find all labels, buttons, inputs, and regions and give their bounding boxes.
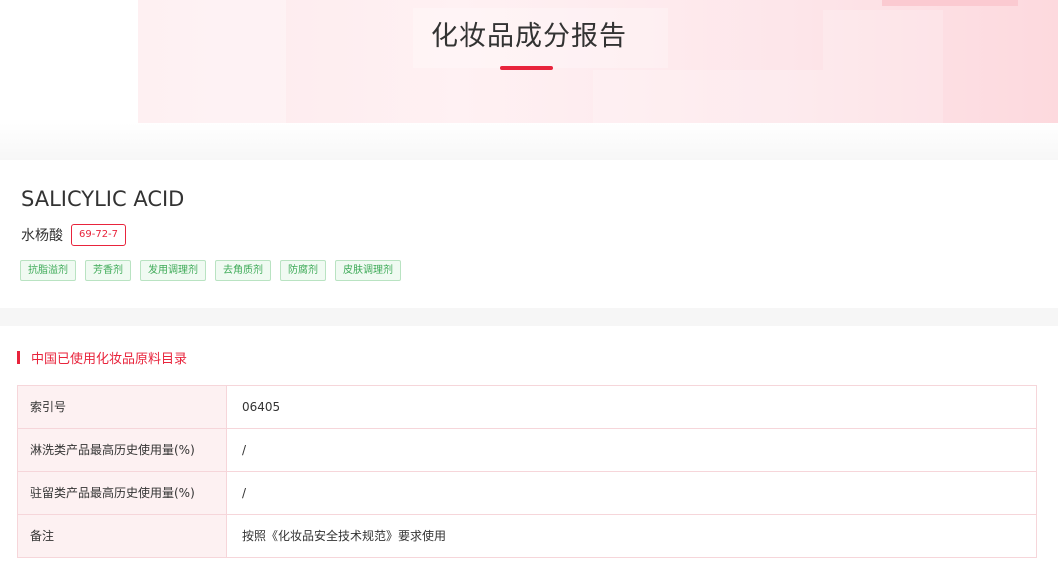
table-row: 索引号 06405: [18, 386, 1036, 428]
row-label: 驻留类产品最高历史使用量(%): [18, 472, 227, 514]
row-label: 索引号: [18, 386, 227, 428]
function-tag: 去角质剂: [215, 260, 271, 281]
page-title: 化妆品成分报告: [431, 21, 627, 52]
ingredient-name-cn: 水杨酸: [21, 228, 63, 244]
section-marker: [17, 351, 20, 364]
section-title: 中国已使用化妆品原料目录: [31, 352, 188, 367]
header-decoration-bar: [882, 0, 1018, 6]
title-underline: [500, 66, 553, 70]
row-value: /: [242, 443, 247, 457]
row-label: 淋洗类产品最高历史使用量(%): [18, 429, 227, 471]
function-tag: 防腐剂: [280, 260, 326, 281]
function-tag: 抗脂溢剂: [20, 260, 76, 281]
ingredient-summary-card: SALICYLIC ACID 水杨酸 69-72-7 抗脂溢剂 芳香剂 发用调理…: [0, 160, 1058, 308]
cas-number-badge: 69-72-7: [71, 224, 127, 246]
catalog-table: 索引号 06405 淋洗类产品最高历史使用量(%) / 驻留类产品最高历史使用量…: [17, 385, 1037, 558]
table-row: 淋洗类产品最高历史使用量(%) /: [18, 428, 1036, 471]
function-tag: 发用调理剂: [140, 260, 206, 281]
row-value: 06405: [242, 400, 281, 414]
table-row: 驻留类产品最高历史使用量(%) /: [18, 471, 1036, 514]
function-tag: 皮肤调理剂: [335, 260, 401, 281]
table-row: 备注 按照《化妆品安全技术规范》要求使用: [18, 514, 1036, 557]
row-value: /: [242, 486, 247, 500]
report-header: 化妆品成分报告: [0, 0, 1058, 160]
catalog-section: 中国已使用化妆品原料目录 索引号 06405 淋洗类产品最高历史使用量(%) /…: [0, 326, 1058, 574]
row-label: 备注: [18, 515, 227, 557]
row-value: 按照《化妆品安全技术规范》要求使用: [242, 529, 447, 543]
ingredient-name-en: SALICYLIC ACID: [21, 187, 185, 211]
function-tag: 芳香剂: [85, 260, 131, 281]
function-tags: 抗脂溢剂 芳香剂 发用调理剂 去角质剂 防腐剂 皮肤调理剂: [20, 260, 410, 281]
